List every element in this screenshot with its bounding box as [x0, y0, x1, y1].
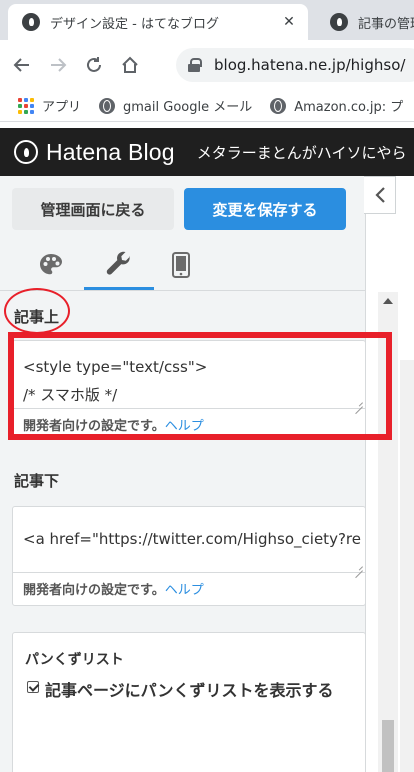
hatena-favicon-icon — [330, 13, 348, 31]
developer-note-text: 開発者向けの設定です。 — [23, 583, 165, 598]
tab-title: 記事の管理 — [358, 16, 414, 32]
wrench-icon — [106, 251, 130, 275]
bookmark-label: Amazon.co.jp: プ — [294, 100, 404, 115]
hatena-blog-logo[interactable]: Hatena Blog — [46, 139, 175, 166]
below-article-code-box: <a href="https://twitter.com/Highso_ciet… — [12, 506, 365, 606]
scrollbar-thumb[interactable] — [382, 720, 394, 772]
bookmark-label: gmail Google メール — [123, 100, 253, 115]
bookmarks-bar: アプリ gmail Google メール Amazon.co.jp: プ — [0, 90, 414, 122]
scroll-up-arrow-icon[interactable] — [383, 298, 393, 304]
bookmark-apps[interactable]: アプリ — [18, 96, 81, 115]
design-settings-panel: 管理画面に戻る 変更を保存する 記事上 <style type="text/cs… — [0, 176, 366, 772]
back-arrow-icon[interactable] — [8, 51, 36, 79]
home-icon[interactable] — [116, 51, 144, 79]
code-line: <a href="https://twitter.com/Highso_ciet… — [23, 530, 361, 548]
chevron-left-icon — [374, 187, 385, 203]
hatena-header: Hatena Blog メタラーまとんがハイソにやら — [0, 128, 414, 176]
forward-arrow-icon[interactable] — [44, 51, 72, 79]
hatena-favicon-icon — [22, 13, 40, 31]
bookmark-gmail[interactable]: gmail Google メール — [99, 96, 252, 115]
reload-icon[interactable] — [80, 51, 108, 79]
browser-tab-active[interactable]: デザイン設定 - はてなブログ ✕ — [8, 4, 308, 40]
globe-icon — [99, 97, 116, 114]
section-title-below-article: 記事下 — [14, 472, 60, 490]
address-text: blog.hatena.ne.jp/highso/ — [214, 56, 406, 74]
back-to-admin-button[interactable]: 管理画面に戻る — [12, 188, 174, 230]
browser-tab-inactive[interactable]: 記事の管理 — [318, 4, 414, 40]
annotation-circle — [4, 288, 70, 334]
breadcrumb-checkbox-label[interactable]: 記事ページにパンくずリストを表示する — [25, 677, 355, 704]
annotation-highlight-box — [8, 332, 392, 440]
smartphone-icon — [172, 252, 190, 278]
breadcrumb-settings: パンくずリスト 記事ページにパンくずリストを表示する — [12, 632, 365, 772]
preview-strip — [400, 360, 414, 772]
hatena-logo-icon[interactable] — [14, 140, 38, 164]
collapse-panel-button[interactable] — [364, 176, 396, 214]
bookmark-label: アプリ — [42, 100, 82, 115]
bookmark-amazon[interactable]: Amazon.co.jp: プ — [270, 96, 403, 115]
lock-icon — [188, 58, 202, 72]
resize-handle-icon[interactable] — [353, 561, 363, 571]
tab-title: デザイン設定 - はてなブログ — [50, 16, 219, 32]
below-article-code-input[interactable]: <a href="https://twitter.com/Highso_ciet… — [13, 507, 365, 573]
breadcrumb-title: パンくずリスト — [25, 652, 124, 668]
tab-design[interactable] — [16, 240, 86, 290]
browser-tabstrip: デザイン設定 - はてなブログ ✕ 記事の管理 — [0, 0, 414, 40]
blog-title[interactable]: メタラーまとんがハイソにやら — [197, 142, 407, 163]
tab-close-icon[interactable]: ✕ — [280, 13, 298, 31]
globe-icon — [270, 97, 287, 114]
help-link[interactable]: ヘルプ — [165, 583, 204, 598]
browser-toolbar: blog.hatena.ne.jp/highso/ — [0, 40, 414, 90]
tab-smartphone[interactable] — [146, 240, 216, 290]
apps-grid-icon — [18, 97, 34, 114]
address-bar[interactable]: blog.hatena.ne.jp/highso/ — [176, 48, 414, 82]
palette-icon — [40, 254, 62, 275]
developer-note: 開発者向けの設定です。ヘルプ — [23, 579, 204, 598]
tab-customize[interactable] — [84, 240, 154, 290]
save-changes-button[interactable]: 変更を保存する — [184, 188, 346, 230]
